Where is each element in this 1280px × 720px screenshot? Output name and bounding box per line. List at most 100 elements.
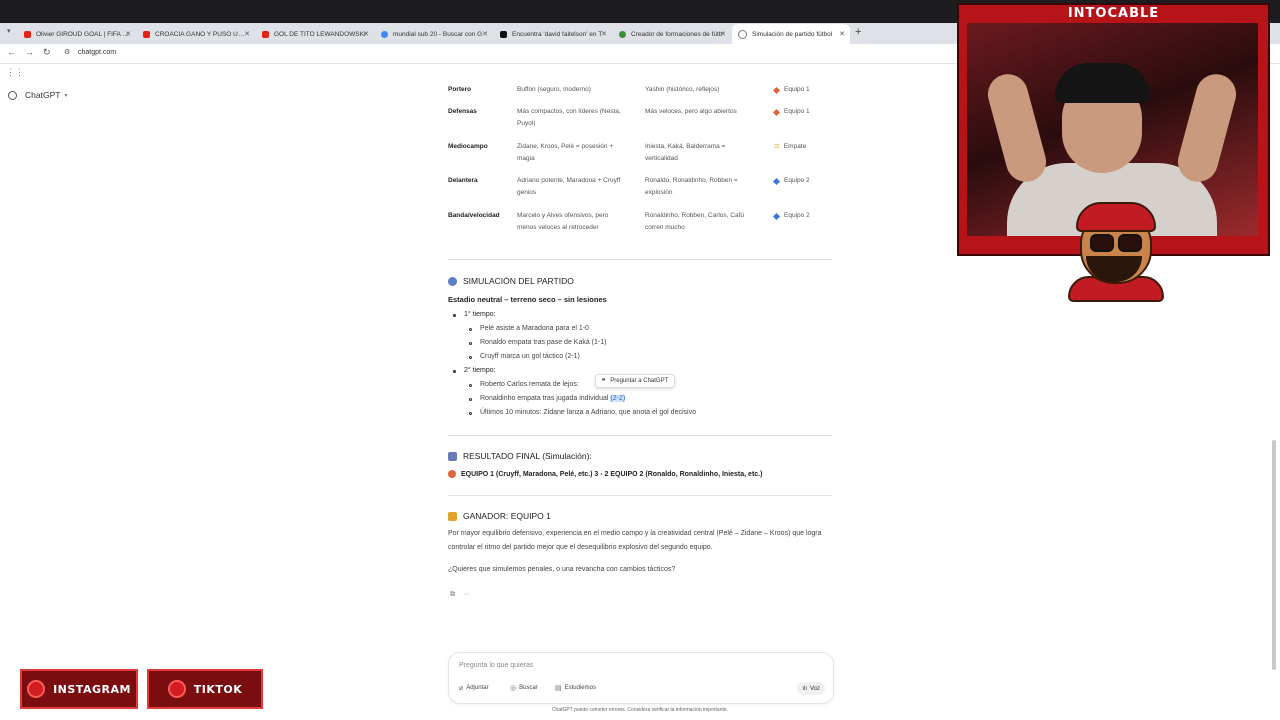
winner-cell: Equipo 2: [772, 175, 810, 187]
close-tab-icon[interactable]: ✕: [363, 30, 369, 38]
team2-cell: Más veloces, pero algo abiertos: [645, 108, 737, 115]
winner-cell: Equipo 1: [772, 84, 810, 96]
study-label: Estudiemos: [564, 685, 596, 691]
tab-7-active[interactable]: Simulación de partido fútbol ✕: [732, 24, 850, 44]
paperclip-icon: ⌀: [459, 685, 464, 692]
globe-icon: [448, 276, 457, 286]
team2-cell: Ronaldinho, Robben, Carlos, Cafú corren …: [645, 212, 745, 231]
attach-label: Adjuntar: [466, 685, 489, 691]
list-item-text: Ronaldinho empata tras jugada individual: [480, 395, 611, 402]
follow-up-question: ¿Quieres que simulemos penales, o una re…: [448, 566, 676, 573]
person-arm: [983, 69, 1051, 187]
winner-cell: ⚖ Empate: [774, 141, 806, 153]
chevron-down-icon: ▾: [64, 92, 68, 99]
orange-diamond-icon: [772, 86, 781, 94]
tab-title: mundial sub 20 - Buscar con G: [393, 30, 483, 38]
tab-title: Encuentra 'david faitelson' en T: [512, 30, 603, 38]
list-item: Últimos 10 minutos: Zidane lanza a Adria…: [480, 409, 696, 416]
search-button[interactable]: ◎ Buscar: [510, 684, 538, 692]
forward-arrow-icon[interactable]: →: [25, 47, 34, 57]
google-icon: [381, 30, 388, 38]
sub-bullet: [469, 328, 472, 331]
apps-grid-icon[interactable]: ⋮⋮: [6, 67, 24, 78]
waveform-icon: ılı: [802, 685, 807, 692]
winner-label: Equipo 2: [784, 212, 810, 219]
message-actions: ⧉ ···: [450, 591, 470, 599]
person-arm: [1173, 69, 1241, 187]
url-field[interactable]: chatgpt.com: [78, 49, 116, 56]
mascot-glasses: [1118, 234, 1142, 252]
scale-icon: ⚖: [774, 143, 780, 150]
sub-bullet: [469, 356, 472, 359]
close-tab-icon[interactable]: ✕: [125, 30, 131, 38]
attach-button[interactable]: ⌀ Adjuntar: [459, 684, 489, 692]
scrollbar[interactable]: [1272, 440, 1276, 670]
voice-button[interactable]: ılı Voz: [797, 682, 825, 695]
prompt-input[interactable]: Pregunta lo que quieras: [459, 662, 533, 669]
copy-icon[interactable]: ⧉: [450, 591, 455, 599]
globe-icon: ◎: [510, 685, 517, 692]
tab-5[interactable]: Encuentra 'david faitelson' en T ✕: [494, 24, 612, 44]
close-tab-icon[interactable]: ✕: [720, 30, 726, 38]
line-label: Delantera: [448, 177, 478, 184]
line-label: Banda/velocidad: [448, 212, 500, 219]
tab-3[interactable]: GOL DE TITO LEWANDOWSKI ✕: [256, 24, 374, 44]
selected-score[interactable]: (2-2): [610, 395, 626, 402]
line-label: Defensas: [448, 108, 477, 115]
tiktok-label: TIKTOK: [193, 682, 243, 696]
site-info-icon[interactable]: ⚙: [64, 48, 70, 56]
line-label: Mediocampo: [448, 143, 488, 150]
close-tab-icon[interactable]: ✕: [482, 30, 488, 38]
winner-label: Equipo 2: [784, 177, 810, 184]
divider: [448, 435, 832, 436]
ask-chatgpt-tooltip[interactable]: ❞ Preguntar a ChatGPT: [595, 374, 676, 388]
close-tab-icon[interactable]: ✕: [601, 30, 607, 38]
more-options-icon[interactable]: ···: [463, 591, 470, 599]
mascot-glasses: [1090, 234, 1114, 252]
winner-cell: Equipo 1: [772, 106, 810, 118]
instagram-badge: INSTAGRAM: [20, 669, 138, 709]
section-title: GANADOR: EQUIPO 1: [463, 511, 551, 521]
list-item: Cruyff marca un gol táctico (2-1): [480, 353, 580, 360]
study-button[interactable]: ▤ Estudiemos: [555, 684, 596, 692]
voice-label: Voz: [809, 685, 820, 692]
model-selector[interactable]: ChatGPT ▾: [8, 90, 67, 100]
winner-label: Equipo 1: [784, 108, 810, 115]
reload-icon[interactable]: ↻: [43, 47, 51, 58]
team1-cell: Adriano potente, Maradona + Cruyff genio…: [517, 177, 621, 196]
new-tab-button[interactable]: +: [855, 26, 861, 38]
winner-cell: Equipo 2: [772, 210, 810, 222]
youtube-icon: [262, 30, 269, 38]
tab-4[interactable]: mundial sub 20 - Buscar con G ✕: [375, 24, 493, 44]
chatgpt-logo-icon: [8, 90, 17, 100]
team2-cell: Yashin (histórico, reflejos): [645, 86, 720, 93]
tooltip-label: Preguntar a ChatGPT: [610, 378, 669, 384]
tab-2[interactable]: CROACIA GANÓ Y PUSO UN PI ✕: [137, 24, 255, 44]
tab-6[interactable]: Creador de formaciones de fútb ✕: [613, 24, 731, 44]
x-logo-icon: [500, 30, 507, 38]
tab-title: GOL DE TITO LEWANDOWSKI: [274, 30, 366, 38]
search-label: Buscar: [519, 685, 538, 691]
close-tab-icon[interactable]: ✕: [839, 30, 845, 38]
tab-1[interactable]: Olivier GIROUD GOAL | FIFA PU ✕: [18, 24, 136, 44]
section-title: SIMULACIÓN DEL PARTIDO: [463, 276, 574, 286]
tab-search-chevron-icon[interactable]: ▾: [7, 27, 11, 35]
winner-label: Empate: [783, 143, 807, 150]
blue-diamond-icon: [772, 212, 781, 220]
winner-heading: GANADOR: EQUIPO 1: [448, 511, 551, 521]
tiktok-badge: TIKTOK: [147, 669, 263, 709]
close-tab-icon[interactable]: ✕: [244, 30, 250, 38]
composer: Pregunta lo que quieras ⌀ Adjuntar ◎ Busca…: [448, 652, 834, 704]
team1-cell: Buffon (seguro, moderno): [517, 86, 591, 93]
team1-cell: Más compactos, con líderes (Nesta, Puyol…: [517, 108, 621, 127]
divider: [448, 495, 832, 496]
divider: [448, 259, 832, 260]
result-heading: RESULTADO FINAL (Simulación):: [448, 451, 592, 461]
winner-label: Equipo 1: [784, 86, 810, 93]
chatgpt-icon: [738, 29, 747, 39]
list-item: Roberto Carlos remata de lejos:: [480, 381, 579, 388]
back-arrow-icon[interactable]: ←: [7, 47, 16, 57]
sub-bullet: [469, 384, 472, 387]
bullet: [453, 314, 456, 317]
mascot-cap: [1076, 202, 1156, 232]
